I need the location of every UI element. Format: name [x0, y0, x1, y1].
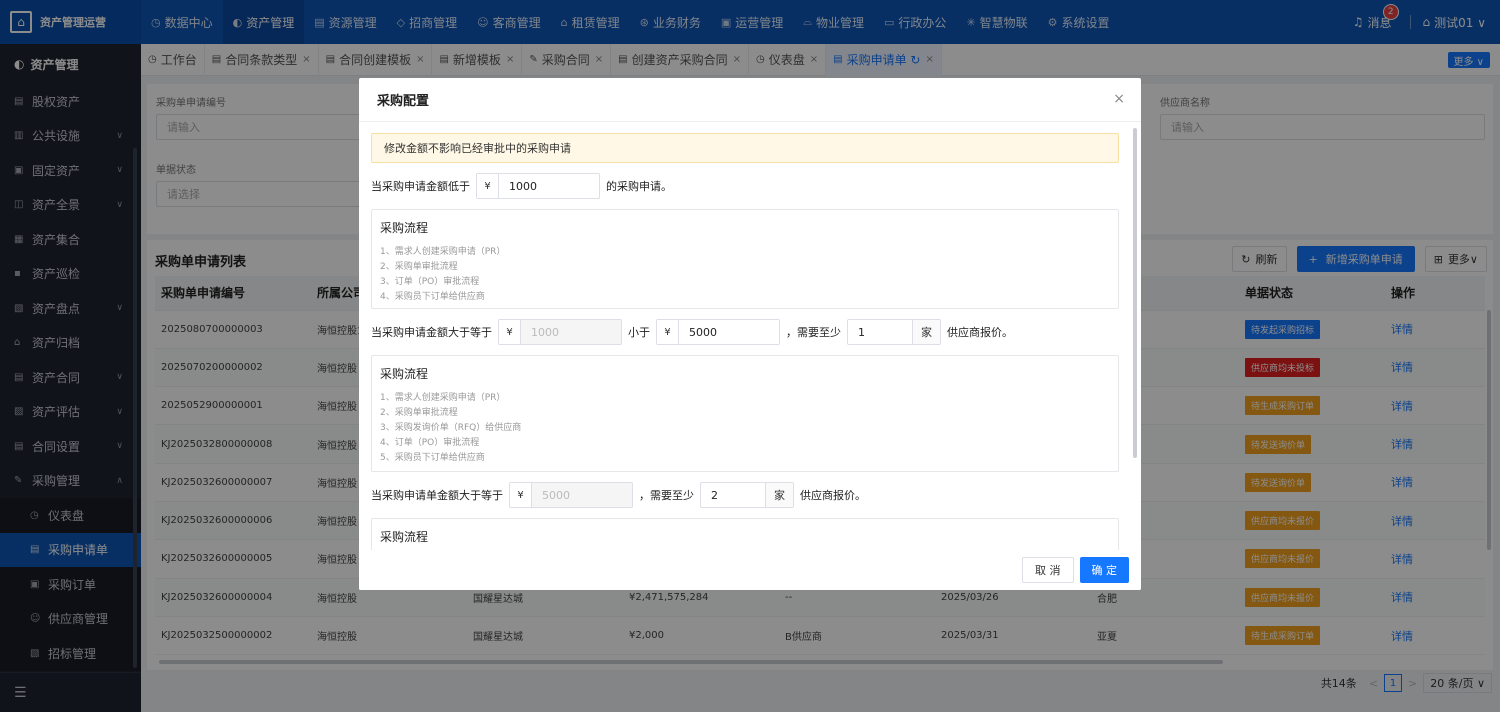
- rule3-count-value[interactable]: 2: [701, 483, 765, 507]
- process-steps: 1、需求人创建采购申请（PR） 2、采购单审批流程 3、采购发询价单（RFQ）给供应…: [380, 391, 1110, 466]
- rule1-prefix: 当采购申请金额低于: [371, 180, 470, 193]
- rule-2: 当采购申请金额大于等于 ¥ 1000 小于 ¥ 5000 ，需要至少 1 家 供…: [371, 319, 1119, 345]
- rule3-min-input: ¥ 5000: [509, 482, 633, 508]
- unit-label: 家: [765, 483, 793, 507]
- rule2-prefix: 当采购申请金额大于等于: [371, 326, 492, 339]
- rule3-need: ，需要至少: [639, 489, 694, 502]
- rule1-amount-value[interactable]: 1000: [499, 174, 599, 198]
- purchase-config-dialog: 采购配置 × 修改金额不影响已经审批中的采购申请 当采购申请金额低于 ¥ 100…: [359, 78, 1141, 590]
- rule3-min-value: 5000: [532, 483, 632, 507]
- process-step: 2、采购单审批流程: [380, 262, 458, 272]
- rule1-amount-input[interactable]: ¥ 1000: [476, 173, 600, 199]
- rule3-prefix: 当采购申请单金额大于等于: [371, 489, 503, 502]
- yuan-icon: ¥: [477, 174, 499, 198]
- confirm-button[interactable]: 确 定: [1079, 557, 1129, 583]
- rule2-need: ，需要至少: [786, 326, 841, 339]
- process-step: 2、采购单审批流程: [380, 408, 458, 418]
- yuan-icon: ¥: [657, 320, 679, 344]
- process-title: 采购流程: [380, 221, 429, 235]
- cancel-button[interactable]: 取 消: [1022, 557, 1074, 583]
- warning-alert: 修改金额不影响已经审批中的采购申请: [371, 133, 1119, 163]
- rule2-suffix: 供应商报价。: [947, 326, 1013, 339]
- rule-3: 当采购申请单金额大于等于 ¥ 5000 ，需要至少 2 家 供应商报价。: [371, 482, 1119, 508]
- dialog-body: 修改金额不影响已经审批中的采购申请 当采购申请金额低于 ¥ 1000 的采购申请…: [359, 122, 1141, 550]
- process-box-2: 采购流程 1、需求人创建采购申请（PR） 2、采购单审批流程 3、采购发询价单（RF…: [371, 355, 1119, 472]
- rule2-mid: 小于: [628, 326, 650, 339]
- dialog-scrollbar[interactable]: [1133, 128, 1137, 458]
- process-step: 4、采购员下订单给供应商: [380, 292, 485, 302]
- process-step: 1、需求人创建采购申请（PR）: [380, 247, 506, 257]
- rule2-max-value[interactable]: 5000: [679, 320, 779, 344]
- rule2-count-value[interactable]: 1: [848, 320, 912, 344]
- dialog-footer: 取 消 确 定: [359, 550, 1141, 590]
- process-step: 1、需求人创建采购申请（PR）: [380, 393, 506, 403]
- process-title: 采购流程: [380, 530, 429, 544]
- rule-1: 当采购申请金额低于 ¥ 1000 的采购申请。: [371, 173, 1119, 199]
- rule1-suffix: 的采购申请。: [606, 180, 672, 193]
- rule3-suffix: 供应商报价。: [800, 489, 866, 502]
- rule2-count-input[interactable]: 1 家: [847, 319, 941, 345]
- process-steps: 1、需求人创建采购申请（PR） 2、采购单审批流程 3、订单（PO）审批流程 4、采购…: [380, 245, 1110, 305]
- rule2-min-value: 1000: [521, 320, 621, 344]
- dialog-header: 采购配置 ×: [359, 78, 1141, 122]
- rule3-count-input[interactable]: 2 家: [700, 482, 794, 508]
- process-box-3: 采购流程 1、需求人创建采购申请（PR）: [371, 518, 1119, 550]
- yuan-icon: ¥: [510, 483, 532, 507]
- process-step: 3、采购发询价单（RFQ）给供应商: [380, 423, 522, 433]
- dialog-title: 采购配置: [377, 94, 430, 109]
- close-icon[interactable]: ×: [1113, 91, 1125, 107]
- unit-label: 家: [912, 320, 940, 344]
- process-title: 采购流程: [380, 367, 429, 381]
- process-step: 4、订单（PO）审批流程: [380, 438, 480, 448]
- process-box-1: 采购流程 1、需求人创建采购申请（PR） 2、采购单审批流程 3、订单（PO）审批流…: [371, 209, 1119, 309]
- yuan-icon: ¥: [499, 320, 521, 344]
- process-step: 5、采购员下订单给供应商: [380, 453, 485, 463]
- rule2-min-input: ¥ 1000: [498, 319, 622, 345]
- process-step: 3、订单（PO）审批流程: [380, 277, 480, 287]
- rule2-max-input[interactable]: ¥ 5000: [656, 319, 780, 345]
